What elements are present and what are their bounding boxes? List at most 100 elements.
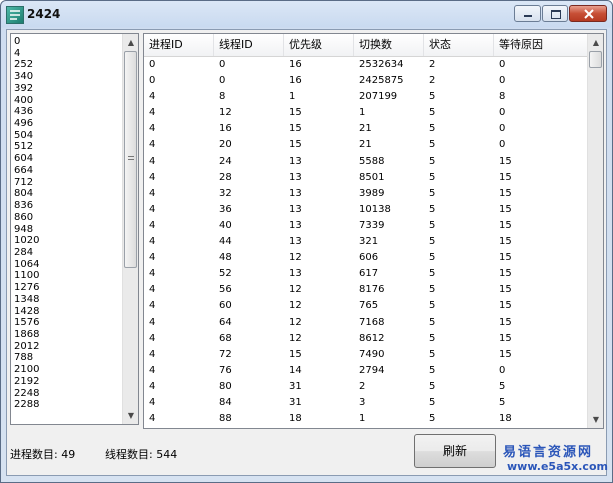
table-row[interactable]: 4 20 15 21 5 0 xyxy=(144,137,587,153)
col-header-wait-reason[interactable]: 等待原因 xyxy=(494,34,587,56)
cell-state: 2 xyxy=(429,75,436,87)
table-row[interactable]: 4 52 13 617 5 15 xyxy=(144,266,587,282)
col-header-switches[interactable]: 切换数 xyxy=(354,34,424,56)
cell-wait-reason: 15 xyxy=(499,348,512,360)
cell-pid: 4 xyxy=(149,396,156,408)
col-header-state[interactable]: 状态 xyxy=(424,34,494,56)
scroll-down-icon[interactable]: ▼ xyxy=(588,411,603,428)
cell-pid: 4 xyxy=(149,187,156,199)
maximize-button[interactable] xyxy=(542,5,568,22)
process-list-item[interactable]: 948 xyxy=(14,224,122,236)
process-list-item[interactable]: 1576 xyxy=(14,317,122,329)
minimize-button[interactable] xyxy=(514,5,541,22)
col-header-tid[interactable]: 线程ID xyxy=(214,34,284,56)
title-bar[interactable]: 2424 xyxy=(1,1,612,29)
cell-state: 2 xyxy=(429,59,436,70)
table-row[interactable]: 4 32 13 3989 5 15 xyxy=(144,186,587,202)
table-row[interactable]: 4 72 15 7490 5 15 xyxy=(144,347,587,363)
process-list-item[interactable]: 1276 xyxy=(14,282,122,294)
process-list-item[interactable]: 604 xyxy=(14,153,122,165)
table-row[interactable]: 4 16 15 21 5 0 xyxy=(144,121,587,137)
process-list-item[interactable]: 860 xyxy=(14,212,122,224)
col-header-pid[interactable]: 进程ID xyxy=(144,34,214,56)
process-list-item[interactable]: 284 xyxy=(14,247,122,259)
process-list-item[interactable]: 2288 xyxy=(14,399,122,411)
cell-tid: 48 xyxy=(219,252,232,264)
cell-switches: 21 xyxy=(359,139,372,151)
process-list-item[interactable]: 504 xyxy=(14,130,122,142)
scroll-up-icon[interactable]: ▲ xyxy=(588,34,603,51)
table-row[interactable]: 4 8 1 207199 5 8 xyxy=(144,89,587,105)
process-list-item[interactable]: 1020 xyxy=(14,235,122,247)
process-list-item[interactable]: 0 xyxy=(14,36,122,48)
table-row[interactable]: 4 44 13 321 5 15 xyxy=(144,234,587,250)
process-list-item[interactable]: 1100 xyxy=(14,270,122,282)
process-list-item[interactable]: 2100 xyxy=(14,364,122,376)
cell-state: 5 xyxy=(429,139,436,151)
process-list-item[interactable]: 1064 xyxy=(14,259,122,271)
scroll-thumb[interactable] xyxy=(589,51,602,68)
process-list-item[interactable]: 836 xyxy=(14,200,122,212)
process-list-item[interactable]: 664 xyxy=(14,165,122,177)
process-list-item[interactable]: 1868 xyxy=(14,329,122,341)
cell-wait-reason: 0 xyxy=(499,364,506,376)
process-list-scrollbar[interactable]: ▲ ▼ xyxy=(122,34,138,424)
cell-priority: 12 xyxy=(289,300,302,312)
table-row[interactable]: 4 24 13 5588 5 15 xyxy=(144,154,587,170)
process-list-item[interactable]: 1348 xyxy=(14,294,122,306)
process-list-item[interactable]: 400 xyxy=(14,95,122,107)
process-list-item[interactable]: 1428 xyxy=(14,306,122,318)
thread-table: 进程ID 线程ID 优先级 切换数 状态 等待原因 0 0 16 2532634 2 0 0… xyxy=(143,33,604,429)
table-row[interactable]: 4 84 31 3 5 5 xyxy=(144,395,587,411)
table-row[interactable]: 4 68 12 8612 5 15 xyxy=(144,331,587,347)
process-list-item[interactable]: 2192 xyxy=(14,376,122,388)
process-list-item[interactable]: 788 xyxy=(14,352,122,364)
table-row[interactable]: 4 88 18 1 5 18 xyxy=(144,411,587,427)
table-row[interactable]: 4 56 12 8176 5 15 xyxy=(144,282,587,298)
table-row[interactable]: 4 76 14 2794 5 0 xyxy=(144,363,587,379)
scroll-thumb[interactable] xyxy=(124,51,137,268)
grip-icon xyxy=(128,156,134,160)
table-row[interactable]: 4 40 13 7339 5 15 xyxy=(144,218,587,234)
cell-tid: 80 xyxy=(219,380,232,392)
cell-tid: 60 xyxy=(219,300,232,312)
table-row[interactable]: 4 64 12 7168 5 15 xyxy=(144,315,587,331)
cell-switches: 765 xyxy=(359,300,379,312)
table-scrollbar[interactable]: ▲ ▼ xyxy=(587,34,603,428)
table-row[interactable]: 0 0 16 2425875 2 0 xyxy=(144,73,587,89)
process-list-item[interactable]: 252 xyxy=(14,59,122,71)
cell-wait-reason: 5 xyxy=(499,380,506,392)
table-row[interactable]: 4 28 13 8501 5 15 xyxy=(144,170,587,186)
scroll-down-icon[interactable]: ▼ xyxy=(123,407,138,424)
cell-priority: 13 xyxy=(289,187,302,199)
table-row[interactable]: 0 0 16 2532634 2 0 xyxy=(144,57,587,73)
cell-wait-reason: 15 xyxy=(499,219,512,231)
col-header-priority[interactable]: 优先级 xyxy=(284,34,354,56)
window-title: 2424 xyxy=(27,7,61,21)
table-row[interactable]: 4 36 13 10138 5 15 xyxy=(144,202,587,218)
table-row[interactable]: 4 12 15 1 5 0 xyxy=(144,105,587,121)
cell-switches: 8612 xyxy=(359,332,385,344)
process-listbox[interactable]: 0 4 252 340 392 400 436 496 504 512 604 664 712 804 83… xyxy=(10,33,139,425)
refresh-button[interactable]: 刷新 xyxy=(414,434,496,468)
table-row[interactable]: 4 60 12 765 5 15 xyxy=(144,298,587,314)
process-list-item[interactable]: 392 xyxy=(14,83,122,95)
cell-tid: 16 xyxy=(219,123,232,135)
cell-state: 5 xyxy=(429,107,436,119)
process-list-item[interactable]: 512 xyxy=(14,141,122,153)
process-list-item[interactable]: 340 xyxy=(14,71,122,83)
cell-tid: 0 xyxy=(219,75,226,87)
process-list-item[interactable]: 496 xyxy=(14,118,122,130)
cell-pid: 4 xyxy=(149,413,156,425)
scroll-up-icon[interactable]: ▲ xyxy=(123,34,138,51)
close-button[interactable] xyxy=(569,5,607,22)
cell-state: 5 xyxy=(429,380,436,392)
process-list-item[interactable]: 2248 xyxy=(14,388,122,400)
process-list-item[interactable]: 2012 xyxy=(14,341,122,353)
table-row[interactable]: 4 80 31 2 5 5 xyxy=(144,379,587,395)
process-list-item[interactable]: 436 xyxy=(14,106,122,118)
process-list-item[interactable]: 804 xyxy=(14,188,122,200)
process-list-item[interactable]: 712 xyxy=(14,177,122,189)
process-list-item[interactable]: 4 xyxy=(14,48,122,60)
table-row[interactable]: 4 48 12 606 5 15 xyxy=(144,250,587,266)
